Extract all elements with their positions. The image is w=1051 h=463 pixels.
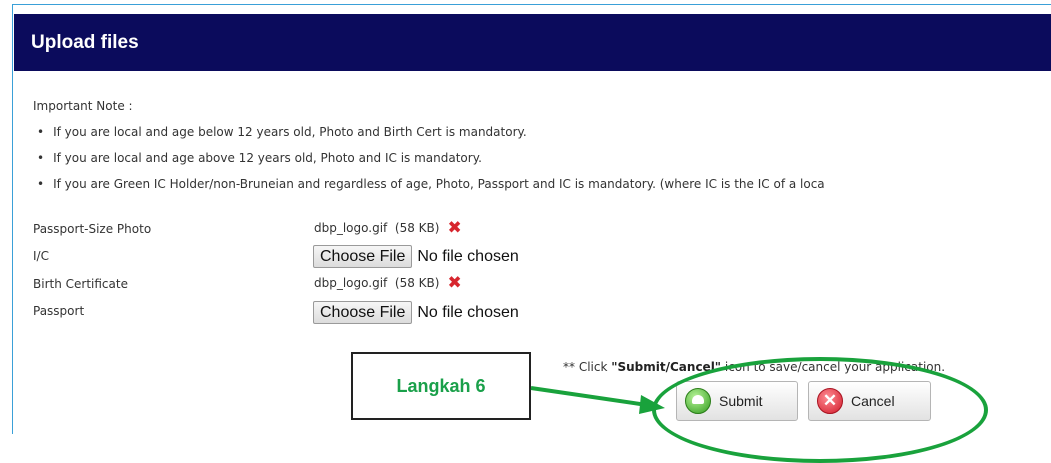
passport-label: Passport [33, 304, 85, 318]
section-header: Upload files [14, 14, 1051, 71]
birth-cert-filename: dbp_logo.gif (58 KB) [314, 276, 440, 290]
note-item: If you are local and age above 12 years … [37, 151, 482, 165]
highlight-ellipse [652, 357, 988, 463]
note-item: If you are local and age below 12 years … [37, 125, 527, 139]
step-callout: Langkah 6 [351, 352, 531, 420]
note-item: If you are Green IC Holder/non-Bruneian … [37, 177, 825, 191]
hint-prefix: ** Click [563, 360, 612, 374]
ic-file-status: No file chosen [417, 247, 519, 265]
photo-file: dbp_logo.gif (58 KB) ✖ [314, 220, 462, 237]
ic-label: I/C [33, 249, 49, 263]
delete-photo-icon[interactable]: ✖ [447, 220, 461, 237]
ic-file-input[interactable]: Choose File No file chosen [313, 245, 519, 268]
photo-filename: dbp_logo.gif (58 KB) [314, 221, 440, 235]
birth-cert-label: Birth Certificate [33, 277, 128, 291]
passport-choose-file-button[interactable]: Choose File [313, 301, 413, 324]
delete-birth-cert-icon[interactable]: ✖ [447, 275, 461, 292]
passport-file-status: No file chosen [417, 303, 519, 321]
passport-file-input[interactable]: Choose File No file chosen [313, 301, 519, 324]
ic-choose-file-button[interactable]: Choose File [313, 245, 413, 268]
photo-label: Passport-Size Photo [33, 222, 152, 236]
step-label: Langkah 6 [396, 375, 486, 396]
important-note-title: Important Note : [33, 99, 133, 113]
birth-cert-file: dbp_logo.gif (58 KB) ✖ [314, 275, 462, 292]
callout-arrow-icon [530, 386, 665, 414]
section-title: Upload files [31, 32, 139, 53]
